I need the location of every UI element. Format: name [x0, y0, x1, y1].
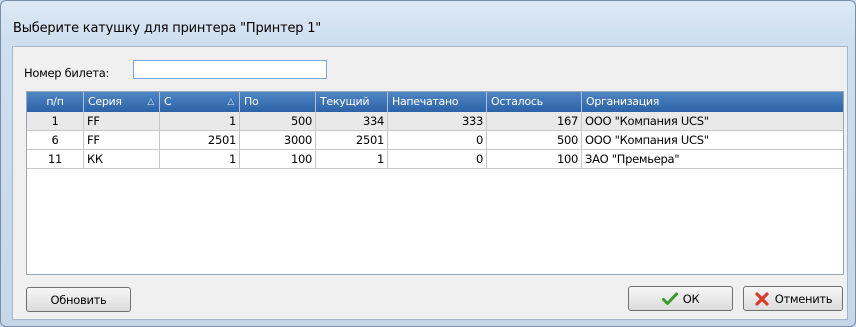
cell-from: 1	[160, 112, 240, 131]
column-header-remaining[interactable]: Осталось	[487, 92, 582, 112]
title-bar[interactable]: Выберите катушку для принтера "Принтер 1…	[1, 1, 855, 47]
cell-number: 1	[27, 112, 84, 131]
cell-to: 3000	[240, 131, 316, 150]
cell-from: 2501	[160, 131, 240, 150]
checkmark-icon	[661, 292, 678, 306]
cell-organization: ЗАО "Премьера"	[582, 150, 843, 169]
sort-asc-icon: △	[147, 97, 154, 107]
cell-printed: 0	[388, 131, 487, 150]
dialog-window: Выберите катушку для принтера "Принтер 1…	[0, 0, 856, 327]
table-row[interactable]: 6 FF 2501 3000 2501 0 500 ООО "Компания …	[27, 131, 843, 150]
cell-remaining: 100	[487, 150, 582, 169]
table-row[interactable]: 11 КК 1 100 1 0 100 ЗАО "Премьера"	[27, 150, 843, 169]
ticket-number-label: Номер билета:	[24, 66, 110, 80]
cell-organization: ООО "Компания UCS"	[582, 112, 843, 131]
refresh-button[interactable]: Обновить	[26, 287, 131, 312]
cell-number: 11	[27, 150, 84, 169]
column-header-organization[interactable]: Организация	[582, 92, 843, 112]
red-x-icon	[754, 291, 770, 306]
cell-series: КК	[84, 150, 160, 169]
cell-printed: 0	[388, 150, 487, 169]
cancel-button[interactable]: Отменить	[743, 286, 843, 311]
cancel-button-label: Отменить	[774, 291, 833, 306]
cell-current: 2501	[316, 131, 388, 150]
cell-from: 1	[160, 150, 240, 169]
cell-remaining: 167	[487, 112, 582, 131]
cell-number: 6	[27, 131, 84, 150]
dialog-body: Номер билета: п/п Серия △ С △ По Текущий Н…	[12, 46, 848, 320]
column-header-series[interactable]: Серия △	[84, 92, 160, 112]
dialog-title: Выберите катушку для принтера "Принтер 1…	[13, 21, 322, 36]
table-header: п/п Серия △ С △ По Текущий Напечатано Оста…	[27, 92, 843, 112]
table-row[interactable]: 1 FF 1 500 334 333 167 ООО "Компания UCS…	[27, 112, 843, 131]
sort-asc-icon: △	[227, 97, 234, 107]
cell-series: FF	[84, 112, 160, 131]
cell-to: 500	[240, 112, 316, 131]
column-header-to[interactable]: По	[240, 92, 316, 112]
column-header-from[interactable]: С △	[160, 92, 240, 112]
cell-printed: 333	[388, 112, 487, 131]
cell-remaining: 500	[487, 131, 582, 150]
ok-button[interactable]: ОК	[628, 286, 733, 311]
cell-current: 334	[316, 112, 388, 131]
ticket-number-input[interactable]	[133, 60, 327, 79]
ok-button-label: ОК	[682, 291, 700, 306]
spool-table: п/п Серия △ С △ По Текущий Напечатано Оста…	[26, 91, 844, 275]
column-header-printed[interactable]: Напечатано	[388, 92, 487, 112]
cell-series: FF	[84, 131, 160, 150]
column-header-number[interactable]: п/п	[27, 92, 84, 112]
cell-current: 1	[316, 150, 388, 169]
column-header-current[interactable]: Текущий	[316, 92, 388, 112]
cell-organization: ООО "Компания UCS"	[582, 131, 843, 150]
cell-to: 100	[240, 150, 316, 169]
refresh-button-label: Обновить	[50, 292, 107, 307]
